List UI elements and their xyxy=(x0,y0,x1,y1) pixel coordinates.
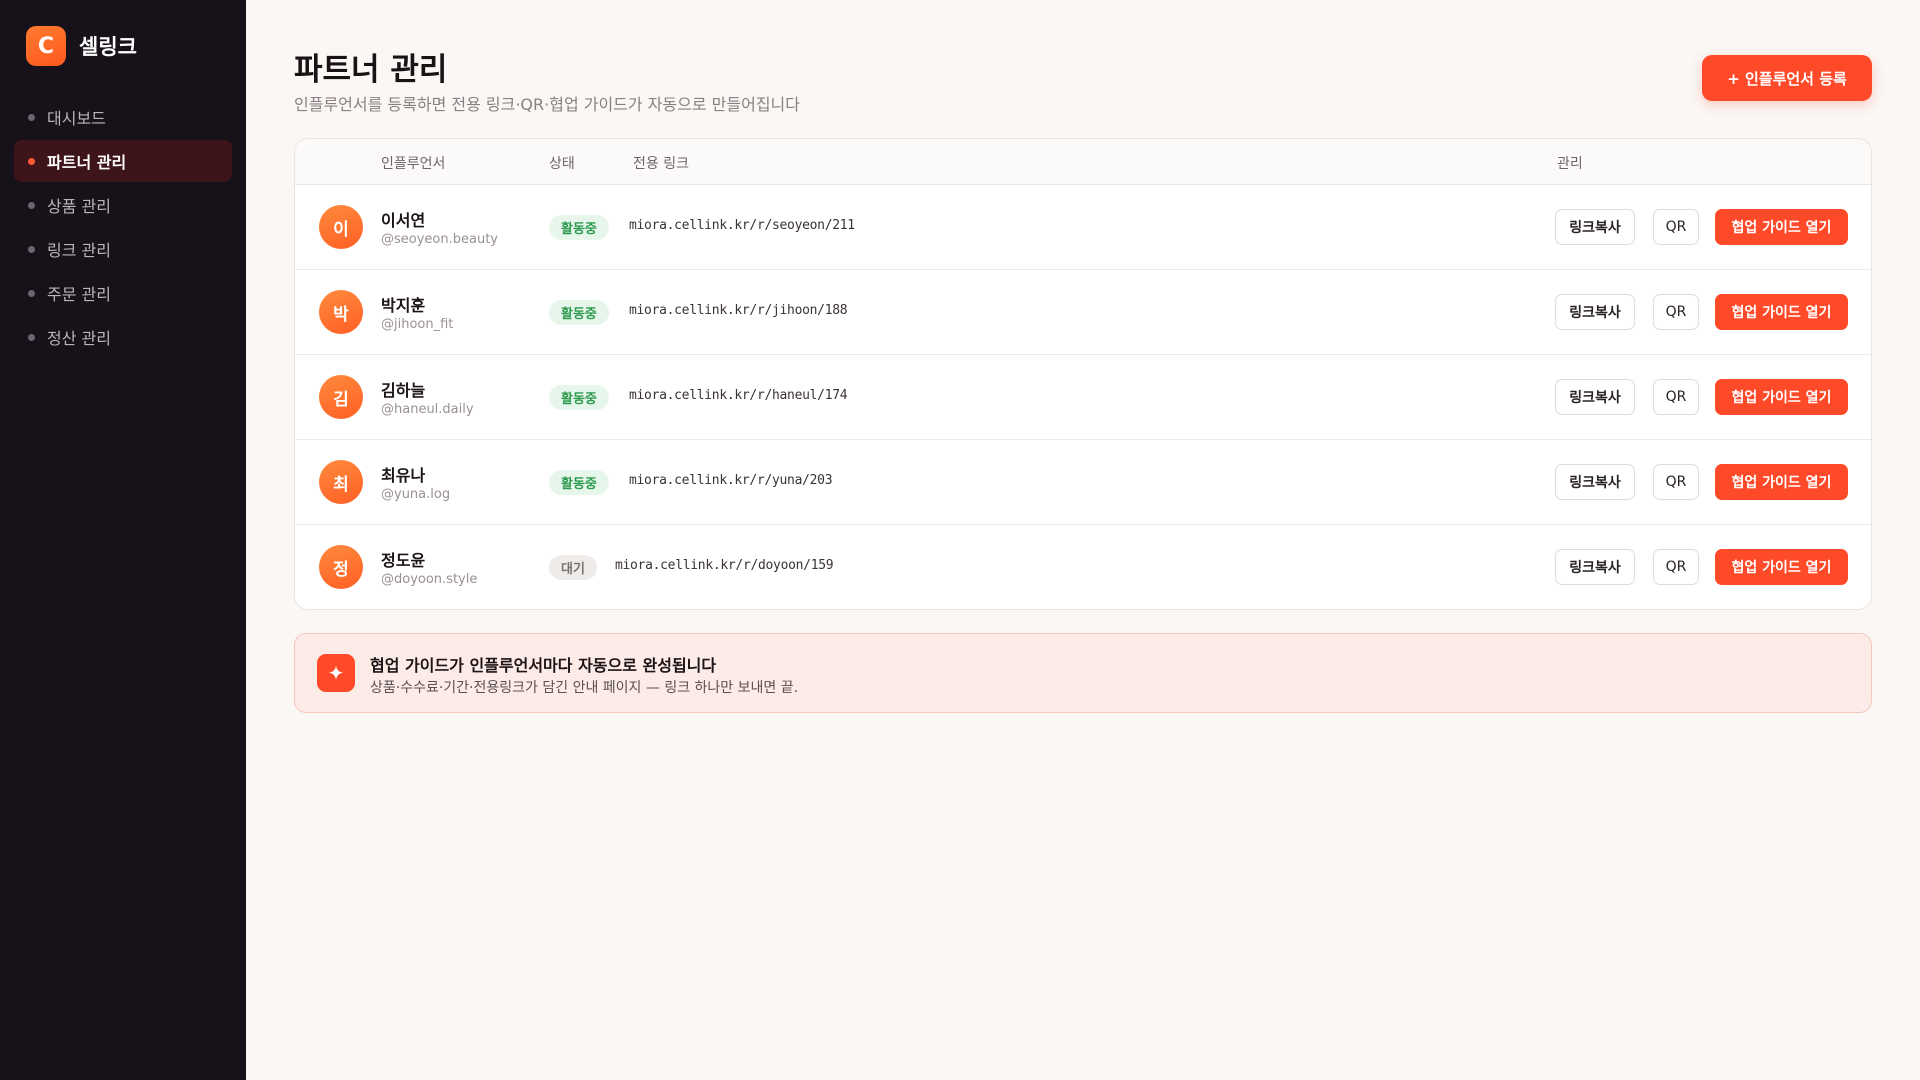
sidebar-item-orders[interactable]: 주문 관리 xyxy=(14,272,232,314)
partner-link: miora.cellink.kr/r/yuna/203 xyxy=(629,473,833,488)
table-row: 이 이서연 @seoyeon.beauty 활동중 miora.cellink.… xyxy=(295,185,1871,270)
bullet-icon xyxy=(28,113,35,121)
partner-link: miora.cellink.kr/r/jihoon/188 xyxy=(629,303,848,318)
open-guide-button[interactable]: 협업 가이드 열기 xyxy=(1715,294,1848,330)
qr-button[interactable]: QR xyxy=(1653,549,1699,585)
copy-link-button[interactable]: 링크복사 xyxy=(1555,209,1635,245)
bullet-icon xyxy=(28,157,35,165)
avatar: 최 xyxy=(319,460,363,504)
influencer-name: 이서연 xyxy=(381,211,426,230)
column-header-manage: 관리 xyxy=(1557,156,1583,172)
sidebar-item-label: 링크 관리 xyxy=(47,241,111,260)
status-badge: 활동중 xyxy=(549,300,609,325)
qr-button[interactable]: QR xyxy=(1653,464,1699,500)
guide-info-banner: ✦ 협업 가이드가 인플루언서마다 자동으로 완성됩니다 상품·수수료·기간·전… xyxy=(294,633,1872,713)
status-badge: 활동중 xyxy=(549,470,609,495)
brand[interactable]: C 셀링크 xyxy=(26,26,137,66)
column-header-influencer: 인플루언서 xyxy=(381,156,446,172)
table-row: 박 박지훈 @jihoon_fit 활동중 miora.cellink.kr/r… xyxy=(295,270,1871,355)
bullet-icon xyxy=(28,201,35,209)
banner-title: 협업 가이드가 인플루언서마다 자동으로 완성됩니다 xyxy=(370,656,717,675)
brand-name: 셀링크 xyxy=(79,35,137,59)
status-badge: 대기 xyxy=(549,555,597,580)
page-title: 파트너 관리 xyxy=(294,52,448,88)
avatar: 정 xyxy=(319,545,363,589)
partner-link: miora.cellink.kr/r/seoyeon/211 xyxy=(629,218,855,233)
brand-logo-icon: C xyxy=(26,26,66,66)
sidebar-item-partners[interactable]: 파트너 관리 xyxy=(14,140,232,182)
sparkle-icon: ✦ xyxy=(317,654,355,692)
avatar: 이 xyxy=(319,205,363,249)
sidebar-item-products[interactable]: 상품 관리 xyxy=(14,184,232,226)
avatar: 박 xyxy=(319,290,363,334)
copy-link-button[interactable]: 링크복사 xyxy=(1555,294,1635,330)
copy-link-button[interactable]: 링크복사 xyxy=(1555,464,1635,500)
partner-table: 인플루언서 상태 전용 링크 관리 이 이서연 @seoyeon.beauty … xyxy=(294,138,1872,610)
bullet-icon xyxy=(28,289,35,297)
influencer-name: 정도윤 xyxy=(381,551,426,570)
partner-link: miora.cellink.kr/r/haneul/174 xyxy=(629,388,848,403)
bullet-icon xyxy=(28,245,35,253)
influencer-handle: @jihoon_fit xyxy=(381,317,454,332)
influencer-name: 김하늘 xyxy=(381,381,426,400)
table-row: 최 최유나 @yuna.log 활동중 miora.cellink.kr/r/y… xyxy=(295,440,1871,525)
sidebar-item-links[interactable]: 링크 관리 xyxy=(14,228,232,270)
influencer-handle: @yuna.log xyxy=(381,487,451,502)
copy-link-button[interactable]: 링크복사 xyxy=(1555,549,1635,585)
qr-button[interactable]: QR xyxy=(1653,294,1699,330)
sidebar-item-label: 주문 관리 xyxy=(47,285,111,304)
open-guide-button[interactable]: 협업 가이드 열기 xyxy=(1715,464,1848,500)
status-badge: 활동중 xyxy=(549,215,609,240)
open-guide-button[interactable]: 협업 가이드 열기 xyxy=(1715,549,1848,585)
table-header: 인플루언서 상태 전용 링크 관리 xyxy=(295,139,1871,185)
qr-button[interactable]: QR xyxy=(1653,209,1699,245)
sidebar-item-dashboard[interactable]: 대시보드 xyxy=(14,96,232,138)
sidebar: C 셀링크 대시보드 파트너 관리 상품 관리 링크 관리 주문 관리 정산 관… xyxy=(0,0,246,1080)
open-guide-button[interactable]: 협업 가이드 열기 xyxy=(1715,379,1848,415)
copy-link-button[interactable]: 링크복사 xyxy=(1555,379,1635,415)
banner-description: 상품·수수료·기간·전용링크가 담긴 안내 페이지 — 링크 하나만 보내면 끝… xyxy=(370,680,799,696)
sidebar-item-settlement[interactable]: 정산 관리 xyxy=(14,316,232,358)
influencer-name: 최유나 xyxy=(381,466,426,485)
bullet-icon xyxy=(28,333,35,341)
sidebar-item-label: 상품 관리 xyxy=(47,197,111,216)
column-header-link: 전용 링크 xyxy=(633,156,689,172)
sidebar-item-label: 정산 관리 xyxy=(47,329,111,348)
qr-button[interactable]: QR xyxy=(1653,379,1699,415)
sidebar-item-label: 대시보드 xyxy=(47,109,106,128)
add-influencer-button[interactable]: + 인플루언서 등록 xyxy=(1702,55,1872,101)
column-header-status: 상태 xyxy=(549,156,575,172)
table-row: 정 정도윤 @doyoon.style 대기 miora.cellink.kr/… xyxy=(295,525,1871,609)
table-row: 김 김하늘 @haneul.daily 활동중 miora.cellink.kr… xyxy=(295,355,1871,440)
influencer-name: 박지훈 xyxy=(381,296,426,315)
influencer-handle: @seoyeon.beauty xyxy=(381,232,498,247)
status-badge: 활동중 xyxy=(549,385,609,410)
partner-link: miora.cellink.kr/r/doyoon/159 xyxy=(615,558,834,573)
avatar: 김 xyxy=(319,375,363,419)
sidebar-nav: 대시보드 파트너 관리 상품 관리 링크 관리 주문 관리 정산 관리 xyxy=(14,96,232,360)
influencer-handle: @doyoon.style xyxy=(381,572,478,587)
influencer-handle: @haneul.daily xyxy=(381,402,474,417)
sidebar-item-label: 파트너 관리 xyxy=(47,153,127,172)
page-subtitle: 인플루언서를 등록하면 전용 링크·QR·협업 가이드가 자동으로 만들어집니다 xyxy=(294,95,800,114)
open-guide-button[interactable]: 협업 가이드 열기 xyxy=(1715,209,1848,245)
